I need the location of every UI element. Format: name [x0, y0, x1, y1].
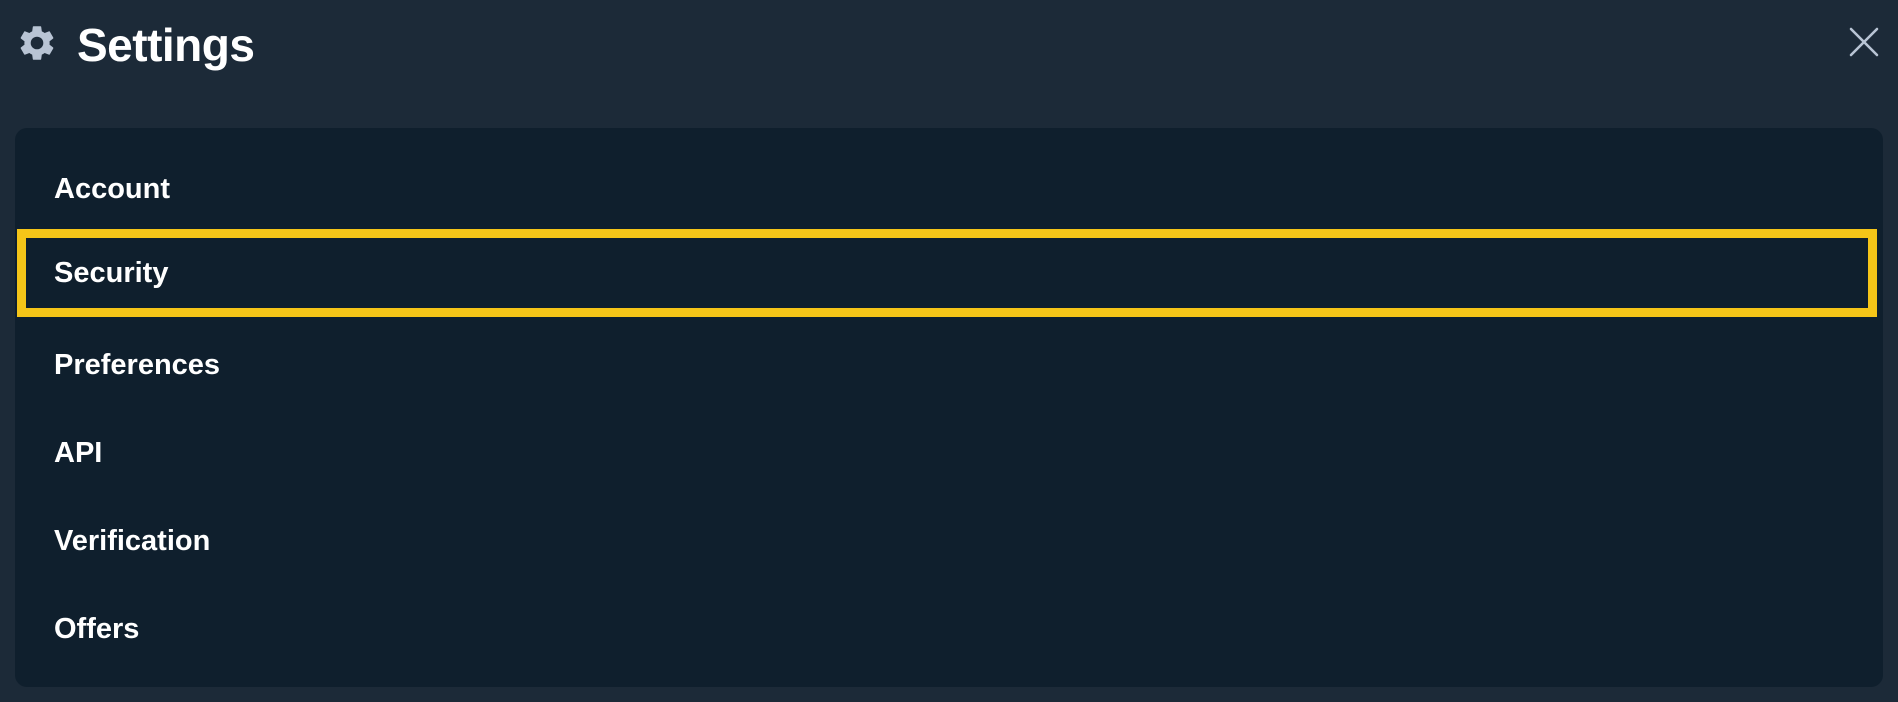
- settings-header: Settings: [0, 0, 1898, 92]
- menu-item-label: Offers: [54, 613, 140, 645]
- menu-item-preferences[interactable]: Preferences: [17, 321, 1877, 409]
- menu-item-account[interactable]: Account: [17, 145, 1877, 233]
- page-title: Settings: [77, 19, 255, 71]
- menu-item-label: API: [54, 437, 103, 469]
- settings-menu: Account Security Preferences API Verific…: [15, 128, 1883, 687]
- menu-item-label: Verification: [54, 525, 211, 557]
- menu-item-verification[interactable]: Verification: [17, 497, 1877, 585]
- close-icon[interactable]: [1848, 26, 1880, 58]
- gear-icon: [20, 26, 54, 60]
- menu-item-label: Preferences: [54, 349, 221, 381]
- menu-item-security[interactable]: Security: [17, 229, 1877, 317]
- menu-item-api[interactable]: API: [17, 409, 1877, 497]
- menu-item-label: Account: [54, 173, 170, 205]
- menu-item-label: Security: [54, 257, 169, 289]
- menu-item-offers[interactable]: Offers: [17, 585, 1877, 673]
